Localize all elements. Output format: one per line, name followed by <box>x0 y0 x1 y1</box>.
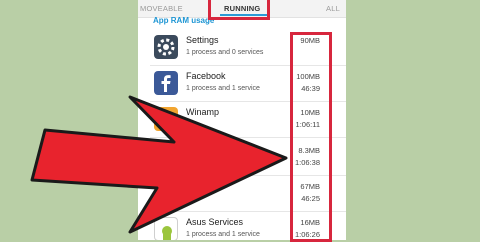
red-arrow-icon <box>30 95 288 234</box>
